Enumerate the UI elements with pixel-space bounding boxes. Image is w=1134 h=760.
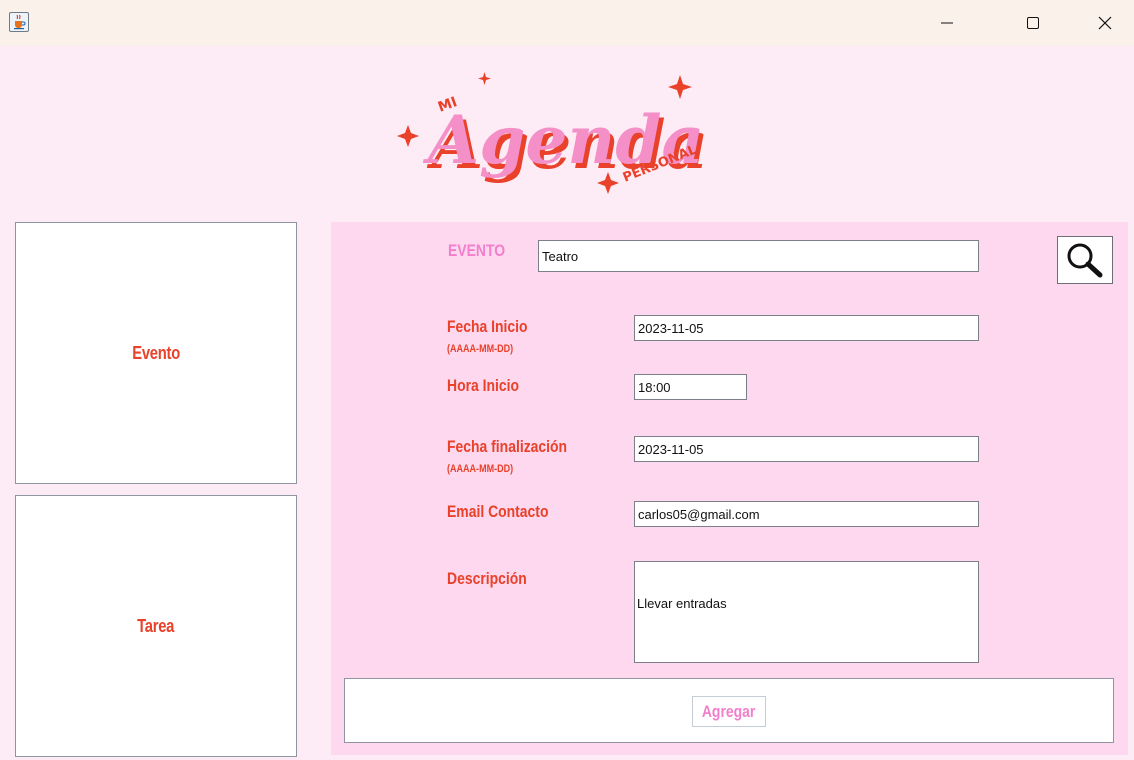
descripcion-textarea[interactable]: Llevar entradas [634, 561, 979, 663]
descripcion-label: Descripción [447, 569, 527, 588]
agenda-logo: MI Agenda Agenda PERSONAL [380, 68, 740, 198]
search-button[interactable] [1057, 236, 1113, 284]
fecha-fin-label: Fecha finalización [447, 437, 568, 456]
fecha-inicio-label: Fecha Inicio [447, 317, 528, 336]
evento-input[interactable] [538, 240, 979, 272]
minimize-icon [941, 22, 953, 24]
evento-card-label: Evento [132, 342, 180, 363]
tarea-card[interactable]: Tarea [15, 495, 297, 757]
close-icon [1098, 16, 1112, 30]
fecha-fin-hint: (AAAA-MM-DD) [447, 463, 514, 475]
agregar-button[interactable]: Agregar [692, 696, 766, 727]
search-icon [1067, 243, 1103, 278]
event-form-panel [331, 222, 1128, 755]
email-contacto-label: Email Contacto [447, 502, 549, 521]
title-bar [0, 0, 1134, 46]
minimize-button[interactable] [924, 0, 970, 46]
fecha-fin-input[interactable] [634, 436, 979, 462]
maximize-button[interactable] [1010, 0, 1056, 46]
hora-inicio-label: Hora Inicio [447, 376, 520, 395]
fecha-inicio-input[interactable] [634, 315, 979, 341]
close-button[interactable] [1082, 0, 1128, 46]
evento-label: EVENTO [448, 241, 506, 260]
maximize-icon [1027, 17, 1039, 29]
email-contacto-input[interactable] [634, 501, 979, 527]
agregar-button-label: Agregar [702, 701, 756, 721]
hora-inicio-input[interactable] [634, 374, 747, 400]
evento-card[interactable]: Evento [15, 222, 297, 484]
java-cup-icon[interactable] [9, 12, 29, 32]
fecha-inicio-hint: (AAAA-MM-DD) [447, 343, 514, 355]
tarea-card-label: Tarea [137, 615, 175, 636]
